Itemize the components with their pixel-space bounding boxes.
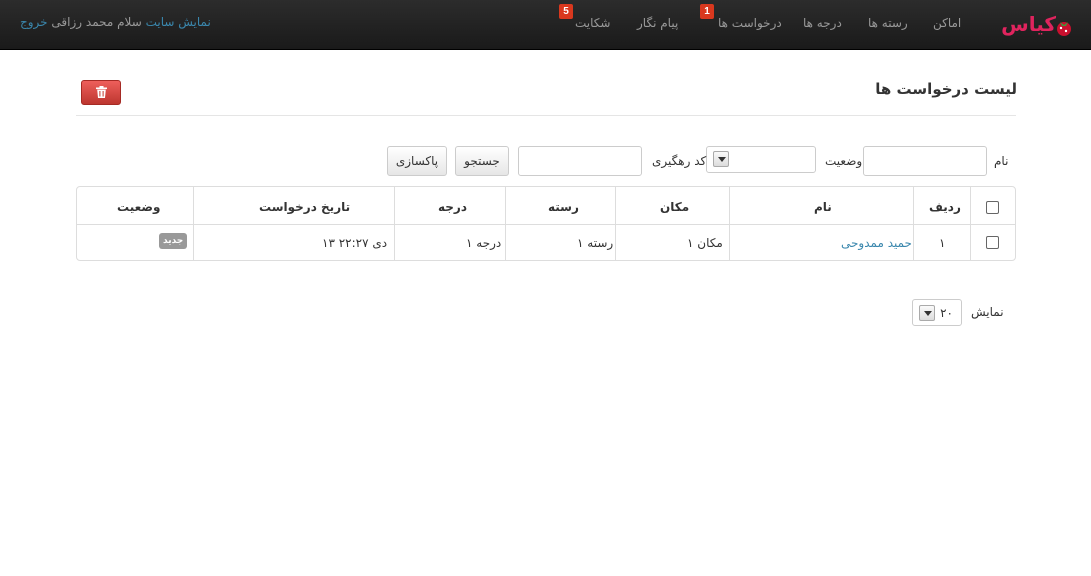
- header-divider: [76, 115, 1016, 116]
- column-header-place[interactable]: مکان: [660, 200, 689, 214]
- column-header-category[interactable]: رسته: [548, 200, 579, 214]
- brand-name: کیاس: [1001, 12, 1057, 36]
- nav-item-requests[interactable]: درخواست ها: [718, 16, 782, 30]
- nav-item-places[interactable]: اماکن: [933, 16, 961, 30]
- berry-icon: [1057, 22, 1071, 36]
- trash-icon: [96, 86, 107, 98]
- requests-table: ردیف نام مکان رسته درجه تاریخ درخواست وض…: [76, 186, 1016, 261]
- user-area: نمایش سایت سلام محمد رزاقی خروج: [20, 15, 211, 29]
- greeting-text: سلام محمد رزاقی: [51, 15, 142, 29]
- chevron-down-icon: [713, 151, 729, 167]
- column-header-request-date[interactable]: تاریخ درخواست: [259, 200, 350, 214]
- nav-item-categories[interactable]: رسته ها: [868, 16, 908, 30]
- delete-button[interactable]: [81, 80, 121, 105]
- top-navbar: کیاس اماکن رسته ها درجه ها درخواست ها 1 …: [0, 0, 1091, 50]
- row-request-date: ۱۳ دی ۲۲:۲۷: [322, 236, 388, 250]
- page-size-value: ۲۰: [940, 306, 953, 320]
- row-category: رسته ۱: [577, 236, 614, 250]
- column-header-name[interactable]: نام: [814, 200, 832, 214]
- tracking-code-input[interactable]: [518, 146, 642, 176]
- tracking-code-label: کد رهگیری: [652, 154, 707, 168]
- page-title: لیست درخواست ها: [875, 80, 1017, 98]
- requests-count-badge: 1: [700, 4, 714, 19]
- select-all-checkbox[interactable]: [986, 201, 999, 214]
- nav-item-grades[interactable]: درجه ها: [803, 16, 842, 30]
- name-filter-input[interactable]: [863, 146, 987, 176]
- column-header-grade[interactable]: درجه: [438, 200, 467, 214]
- row-name-link[interactable]: حمید ممدوحی: [841, 236, 912, 250]
- page-size-select[interactable]: ۲۰: [912, 299, 962, 326]
- row-grade: درجه ۱: [466, 236, 502, 250]
- column-header-status[interactable]: وضعیت: [117, 200, 160, 214]
- status-filter-label: وضعیت: [825, 154, 863, 168]
- logout-link[interactable]: خروج: [20, 15, 48, 29]
- brand-logo[interactable]: کیاس: [996, 10, 1074, 40]
- header-row-divider: [77, 224, 1015, 225]
- row-checkbox[interactable]: [986, 236, 999, 249]
- show-site-link[interactable]: نمایش سایت: [146, 15, 211, 29]
- chevron-down-icon: [919, 305, 935, 321]
- status-filter-select[interactable]: [706, 146, 816, 173]
- nav-item-complaints[interactable]: شکایت: [575, 16, 610, 30]
- nav-item-messenger[interactable]: پیام نگار: [637, 16, 678, 30]
- row-index: ۱: [939, 236, 946, 250]
- column-header-index[interactable]: ردیف: [929, 200, 961, 214]
- clear-button[interactable]: پاکسازی: [387, 146, 447, 176]
- page-size-label: نمایش: [971, 305, 1004, 319]
- name-filter-label: نام: [994, 154, 1009, 168]
- search-button[interactable]: جستجو: [455, 146, 509, 176]
- complaints-count-badge: 5: [559, 4, 573, 19]
- status-badge: جدید: [159, 233, 188, 249]
- row-place: مکان ۱: [687, 236, 723, 250]
